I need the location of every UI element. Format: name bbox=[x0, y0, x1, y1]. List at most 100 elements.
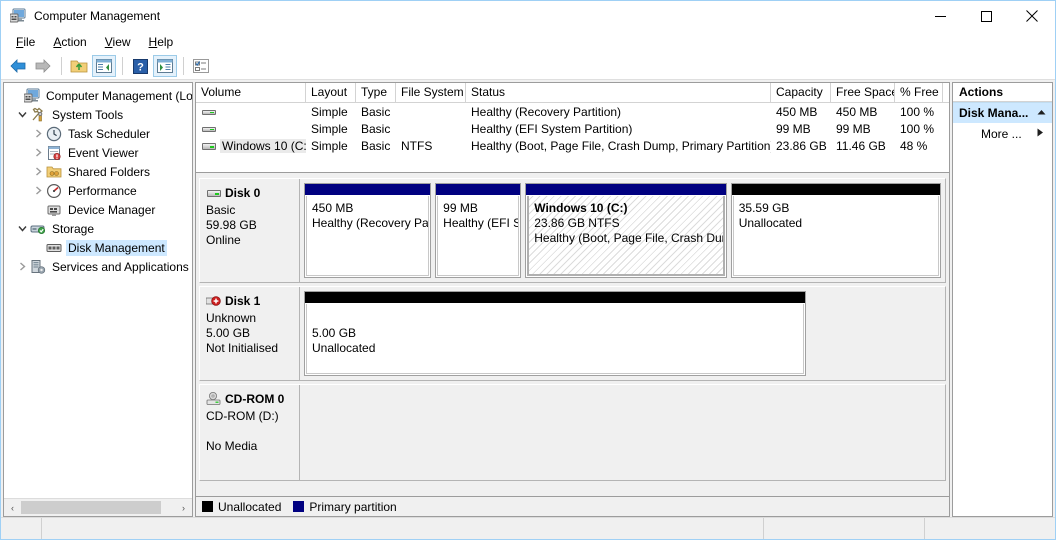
partition-unallocated-disk-1[interactable]: 5.00 GB Unallocated bbox=[304, 291, 806, 376]
twisty-collapsed-icon[interactable] bbox=[30, 126, 46, 142]
disk-management-icon bbox=[46, 240, 62, 256]
partition-efi[interactable]: 99 MB Healthy (EFI Sy bbox=[435, 183, 522, 278]
tree-item-services-and-applications[interactable]: Services and Applications bbox=[4, 257, 192, 276]
disk-meta-line: Unknown bbox=[206, 311, 257, 325]
tree-item-disk-management[interactable]: Disk Management bbox=[4, 238, 192, 257]
twisty-expanded-icon[interactable] bbox=[14, 221, 30, 237]
partition-recovery[interactable]: 450 MB Healthy (Recovery Pa bbox=[304, 183, 432, 278]
actions-group-disk-management[interactable]: Disk Mana... bbox=[953, 102, 1052, 123]
tree-item-performance[interactable]: Performance bbox=[4, 181, 192, 200]
scroll-left-arrow-icon[interactable]: ‹ bbox=[4, 500, 21, 515]
graphical-disk-view: Disk 0 Basic 59.98 GB Online 450 MB Heal… bbox=[196, 175, 949, 496]
window-title: Computer Management bbox=[34, 9, 161, 23]
toolbar-separator-1 bbox=[61, 57, 62, 75]
column-header-file-system[interactable]: File System bbox=[396, 83, 466, 102]
menu-file[interactable]: File bbox=[7, 33, 44, 51]
disk-name: Disk 1 bbox=[225, 294, 261, 308]
disk-title: Disk 0 bbox=[206, 185, 299, 201]
scroll-right-arrow-icon[interactable]: › bbox=[175, 500, 192, 515]
partition-windows-c[interactable]: Windows 10 (C:) 23.86 GB NTFS Healthy (B… bbox=[525, 183, 727, 278]
title-bar: Computer Management bbox=[1, 1, 1055, 31]
chevron-right-icon[interactable] bbox=[1037, 128, 1044, 139]
twisty-collapsed-icon[interactable] bbox=[30, 145, 46, 161]
column-header-type[interactable]: Type bbox=[356, 83, 396, 102]
show-hide-action-pane-icon[interactable] bbox=[153, 55, 177, 77]
column-header-volume[interactable]: Volume bbox=[196, 83, 306, 102]
disk-error-icon bbox=[205, 293, 222, 309]
partition-line: Unallocated bbox=[738, 216, 803, 230]
disk-info-cdrom-0[interactable]: CD-ROM 0 CD-ROM (D:) No Media bbox=[200, 385, 300, 480]
disk-row-disk-0[interactable]: Disk 0 Basic 59.98 GB Online 450 MB Heal… bbox=[199, 178, 946, 283]
table-row[interactable]: Simple Basic Healthy (EFI System Partiti… bbox=[196, 120, 949, 137]
twisty-collapsed-icon[interactable] bbox=[30, 164, 46, 180]
device-manager-icon bbox=[46, 202, 62, 218]
twisty-collapsed-icon[interactable] bbox=[30, 183, 46, 199]
console-tree: Computer Management (Local System Tools bbox=[4, 83, 192, 498]
tree-item-storage[interactable]: Storage bbox=[4, 219, 192, 238]
legend-item-primary-partition: Primary partition bbox=[293, 500, 397, 514]
tree-item-event-viewer[interactable]: Event Viewer bbox=[4, 143, 192, 162]
tree-item-computer-management[interactable]: Computer Management (Local bbox=[4, 86, 192, 105]
disk-info-disk-1[interactable]: Disk 1 Unknown 5.00 GB Not Initialised bbox=[200, 287, 300, 380]
status-segment-main bbox=[1, 518, 42, 539]
back-icon[interactable] bbox=[6, 55, 30, 77]
partition-color-bar bbox=[526, 184, 726, 195]
status-segment-right-2 bbox=[925, 518, 1055, 539]
cell-volume bbox=[196, 103, 306, 120]
twisty-collapsed-icon[interactable] bbox=[14, 259, 30, 275]
close-button[interactable] bbox=[1009, 1, 1055, 31]
disk-icon bbox=[206, 185, 222, 201]
up-folder-icon[interactable] bbox=[67, 55, 91, 77]
help-icon[interactable]: ? bbox=[128, 55, 152, 77]
event-viewer-icon bbox=[46, 145, 62, 161]
partition-unallocated-disk-0[interactable]: 35.59 GB Unallocated bbox=[730, 183, 941, 278]
table-row[interactable]: Windows 10 (C:) Simple Basic NTFS Health… bbox=[196, 137, 949, 154]
cell-percent-free: 100 % bbox=[900, 104, 935, 119]
column-header-status[interactable]: Status bbox=[466, 83, 771, 102]
partition-line: 5.00 GB bbox=[312, 326, 357, 340]
properties-icon[interactable] bbox=[189, 55, 213, 77]
actions-title: Actions bbox=[953, 83, 1052, 102]
tree-item-system-tools[interactable]: System Tools bbox=[4, 105, 192, 124]
partition-line: 23.86 GB NTFS bbox=[534, 216, 620, 230]
scroll-thumb[interactable] bbox=[21, 501, 161, 514]
actions-item-more[interactable]: More ... bbox=[953, 123, 1052, 144]
menu-view-accel: V bbox=[104, 35, 113, 49]
column-header-capacity[interactable]: Capacity bbox=[771, 83, 831, 102]
volume-list-empty-space bbox=[196, 154, 949, 172]
console-tree-pane: Computer Management (Local System Tools bbox=[3, 82, 193, 517]
menu-action[interactable]: Action bbox=[44, 33, 95, 51]
menu-view[interactable]: View bbox=[96, 33, 140, 51]
tree-item-device-manager[interactable]: Device Manager bbox=[4, 200, 192, 219]
twisty-none bbox=[8, 88, 24, 104]
disk-meta-line: CD-ROM (D:) bbox=[206, 409, 279, 423]
maximize-button[interactable] bbox=[963, 1, 1009, 31]
tree-item-shared-folders[interactable]: Shared Folders bbox=[4, 162, 192, 181]
disk-row-cdrom-0[interactable]: CD-ROM 0 CD-ROM (D:) No Media bbox=[199, 384, 946, 481]
partition-body: Windows 10 (C:) 23.86 GB NTFS Healthy (B… bbox=[527, 196, 725, 276]
status-segment-message bbox=[42, 518, 764, 539]
chevron-up-icon[interactable] bbox=[1037, 109, 1046, 118]
menu-view-rest: iew bbox=[112, 35, 131, 49]
column-header-free-space[interactable]: Free Space bbox=[831, 83, 895, 102]
toolbar: ? bbox=[1, 53, 1055, 80]
tree-horizontal-scrollbar[interactable]: ‹ › bbox=[4, 498, 192, 516]
disk-info-disk-0[interactable]: Disk 0 Basic 59.98 GB Online bbox=[200, 179, 300, 282]
tree-item-task-scheduler[interactable]: Task Scheduler bbox=[4, 124, 192, 143]
column-header-layout[interactable]: Layout bbox=[306, 83, 356, 102]
forward-icon[interactable] bbox=[31, 55, 55, 77]
actions-pane: Actions Disk Mana... More ... bbox=[952, 82, 1053, 517]
disk-row-disk-1[interactable]: Disk 1 Unknown 5.00 GB Not Initialised 5… bbox=[199, 286, 946, 381]
twisty-expanded-icon[interactable] bbox=[14, 107, 30, 123]
minimize-button[interactable] bbox=[917, 1, 963, 31]
volume-list: Volume Layout Type File System Status Ca… bbox=[196, 83, 949, 175]
menu-help[interactable]: Help bbox=[140, 33, 183, 51]
cell-volume bbox=[196, 120, 306, 137]
show-hide-console-tree-icon[interactable] bbox=[92, 55, 116, 77]
services-icon bbox=[30, 259, 46, 275]
partition-line: Healthy (Boot, Page File, Crash Dump bbox=[534, 231, 725, 245]
tree-item-label: Task Scheduler bbox=[68, 126, 151, 141]
column-header-percent-free[interactable]: % Free bbox=[895, 83, 943, 102]
disk-meta-line: 5.00 GB bbox=[206, 326, 251, 340]
table-row[interactable]: Simple Basic Healthy (Recovery Partition… bbox=[196, 103, 949, 120]
